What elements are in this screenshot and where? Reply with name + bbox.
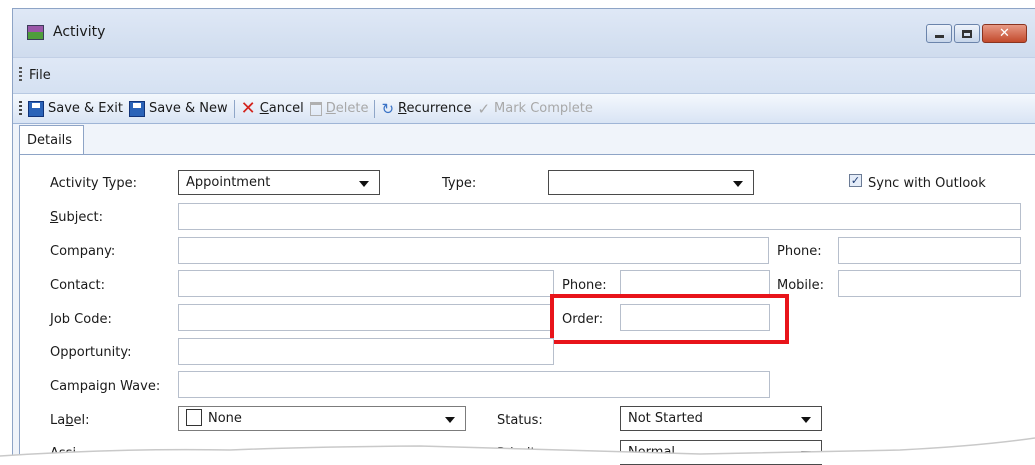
recurrence-mnemonic: R	[398, 101, 407, 116]
opportunity-field[interactable]	[178, 338, 554, 365]
delete-mnemonic: D	[325, 101, 336, 116]
cancel-label: Cancel	[260, 101, 304, 116]
save-exit-button[interactable]: Save & Exit	[28, 100, 123, 117]
save-icon	[28, 100, 44, 117]
cancel-label-rest: ancel	[268, 101, 304, 116]
delete-label-rest: elete	[335, 101, 369, 116]
activity-type-label: Activity Type:	[50, 176, 137, 191]
recurrence-icon: ↻	[381, 99, 395, 118]
activity-type-select[interactable]: Appointment	[178, 170, 380, 195]
type-select[interactable]	[548, 170, 754, 195]
mark-complete-button[interactable]: ✓ Mark Complete	[477, 101, 592, 117]
mark-complete-label: Mark Complete	[494, 101, 593, 116]
mobile-field[interactable]	[838, 270, 1021, 297]
priority-value: Normal	[628, 445, 676, 460]
label-color-swatch	[186, 408, 202, 426]
delete-label: Delete	[326, 101, 369, 116]
subject-label-rest: ubject:	[58, 210, 103, 225]
order-highlight-box	[550, 294, 789, 344]
opportunity-label: Opportunity:	[50, 345, 132, 360]
save-new-label: Save & New	[148, 101, 228, 116]
contact-phone-field[interactable]	[620, 270, 770, 297]
contact-label: Contact:	[50, 278, 105, 293]
save-exit-label: Save & Exit	[48, 101, 123, 116]
cancel-button[interactable]: ✕ Cancel	[240, 97, 304, 119]
checkmark-icon: ✓	[477, 99, 491, 118]
recurrence-label: Recurrence	[398, 101, 471, 116]
mobile-label: Mobile:	[777, 278, 825, 293]
window-title: Activity	[53, 24, 106, 40]
app-icon	[27, 25, 44, 40]
chevron-down-icon	[733, 181, 743, 187]
save-new-button[interactable]: Save & New	[128, 100, 228, 117]
company-phone-field[interactable]	[838, 237, 1021, 264]
status-value: Not Started	[628, 411, 703, 426]
close-button[interactable]: ✕	[982, 24, 1027, 43]
close-icon: ✕	[999, 26, 1010, 41]
chevron-down-icon	[445, 417, 455, 423]
minimize-icon	[934, 35, 944, 38]
label-label-post: el:	[73, 413, 90, 428]
chevron-down-icon	[801, 417, 811, 423]
chevron-down-icon	[359, 181, 369, 187]
menu-file[interactable]: File	[29, 68, 51, 83]
window-controls: ✕	[926, 24, 1027, 43]
campaign-wave-label: Campaign Wave:	[50, 379, 161, 394]
save-new-icon	[128, 100, 145, 117]
campaign-wave-field[interactable]	[178, 371, 770, 398]
contact-field[interactable]	[178, 270, 554, 297]
minimize-button[interactable]	[926, 24, 952, 43]
priority-label: Priority:	[497, 446, 547, 461]
label-select[interactable]: None	[178, 406, 466, 431]
chevron-down-icon	[801, 451, 811, 457]
company-label: Company:	[50, 244, 116, 259]
maximize-button[interactable]	[954, 24, 980, 43]
assigned-label: Assi	[50, 446, 77, 461]
label-field-label: Label:	[50, 413, 89, 428]
toolbar-separator	[233, 99, 235, 118]
priority-select[interactable]: Normal	[620, 440, 822, 465]
job-code-field[interactable]	[178, 304, 554, 331]
menu-grip-icon	[19, 67, 22, 81]
menu-bar: File	[13, 57, 1035, 93]
recurrence-label-rest: ecurrence	[406, 101, 472, 116]
toolbar-grip-icon	[19, 100, 22, 117]
subject-label: Subject:	[50, 210, 103, 225]
company-field[interactable]	[178, 237, 769, 264]
company-phone-label: Phone:	[777, 244, 822, 259]
type-label: Type:	[442, 176, 477, 191]
label-label-pre: La	[50, 413, 66, 428]
status-label: Status:	[497, 413, 543, 428]
toolbar-separator	[374, 99, 376, 118]
toolbar: Save & Exit Save & New ✕ Cancel Delete ↻…	[13, 93, 1035, 124]
cancel-mnemonic: C	[259, 101, 269, 116]
tab-details[interactable]: Details	[19, 125, 84, 155]
contact-phone-label: Phone:	[562, 278, 607, 293]
label-value: None	[208, 411, 242, 426]
subject-field[interactable]	[178, 203, 1021, 230]
title-bar: Activity ✕	[13, 9, 1035, 57]
status-select[interactable]: Not Started	[620, 406, 822, 431]
sync-outlook-label: Sync with Outlook	[868, 176, 986, 191]
activity-type-value: Appointment	[186, 175, 271, 190]
maximize-icon	[962, 29, 972, 38]
job-code-label: Job Code:	[50, 312, 112, 327]
trash-icon	[309, 101, 322, 116]
cancel-x-icon: ✕	[240, 97, 256, 119]
recurrence-button[interactable]: ↻ Recurrence	[381, 101, 471, 117]
sync-outlook-checkbox[interactable]: ✓	[849, 174, 862, 187]
delete-button[interactable]: Delete	[309, 101, 369, 116]
